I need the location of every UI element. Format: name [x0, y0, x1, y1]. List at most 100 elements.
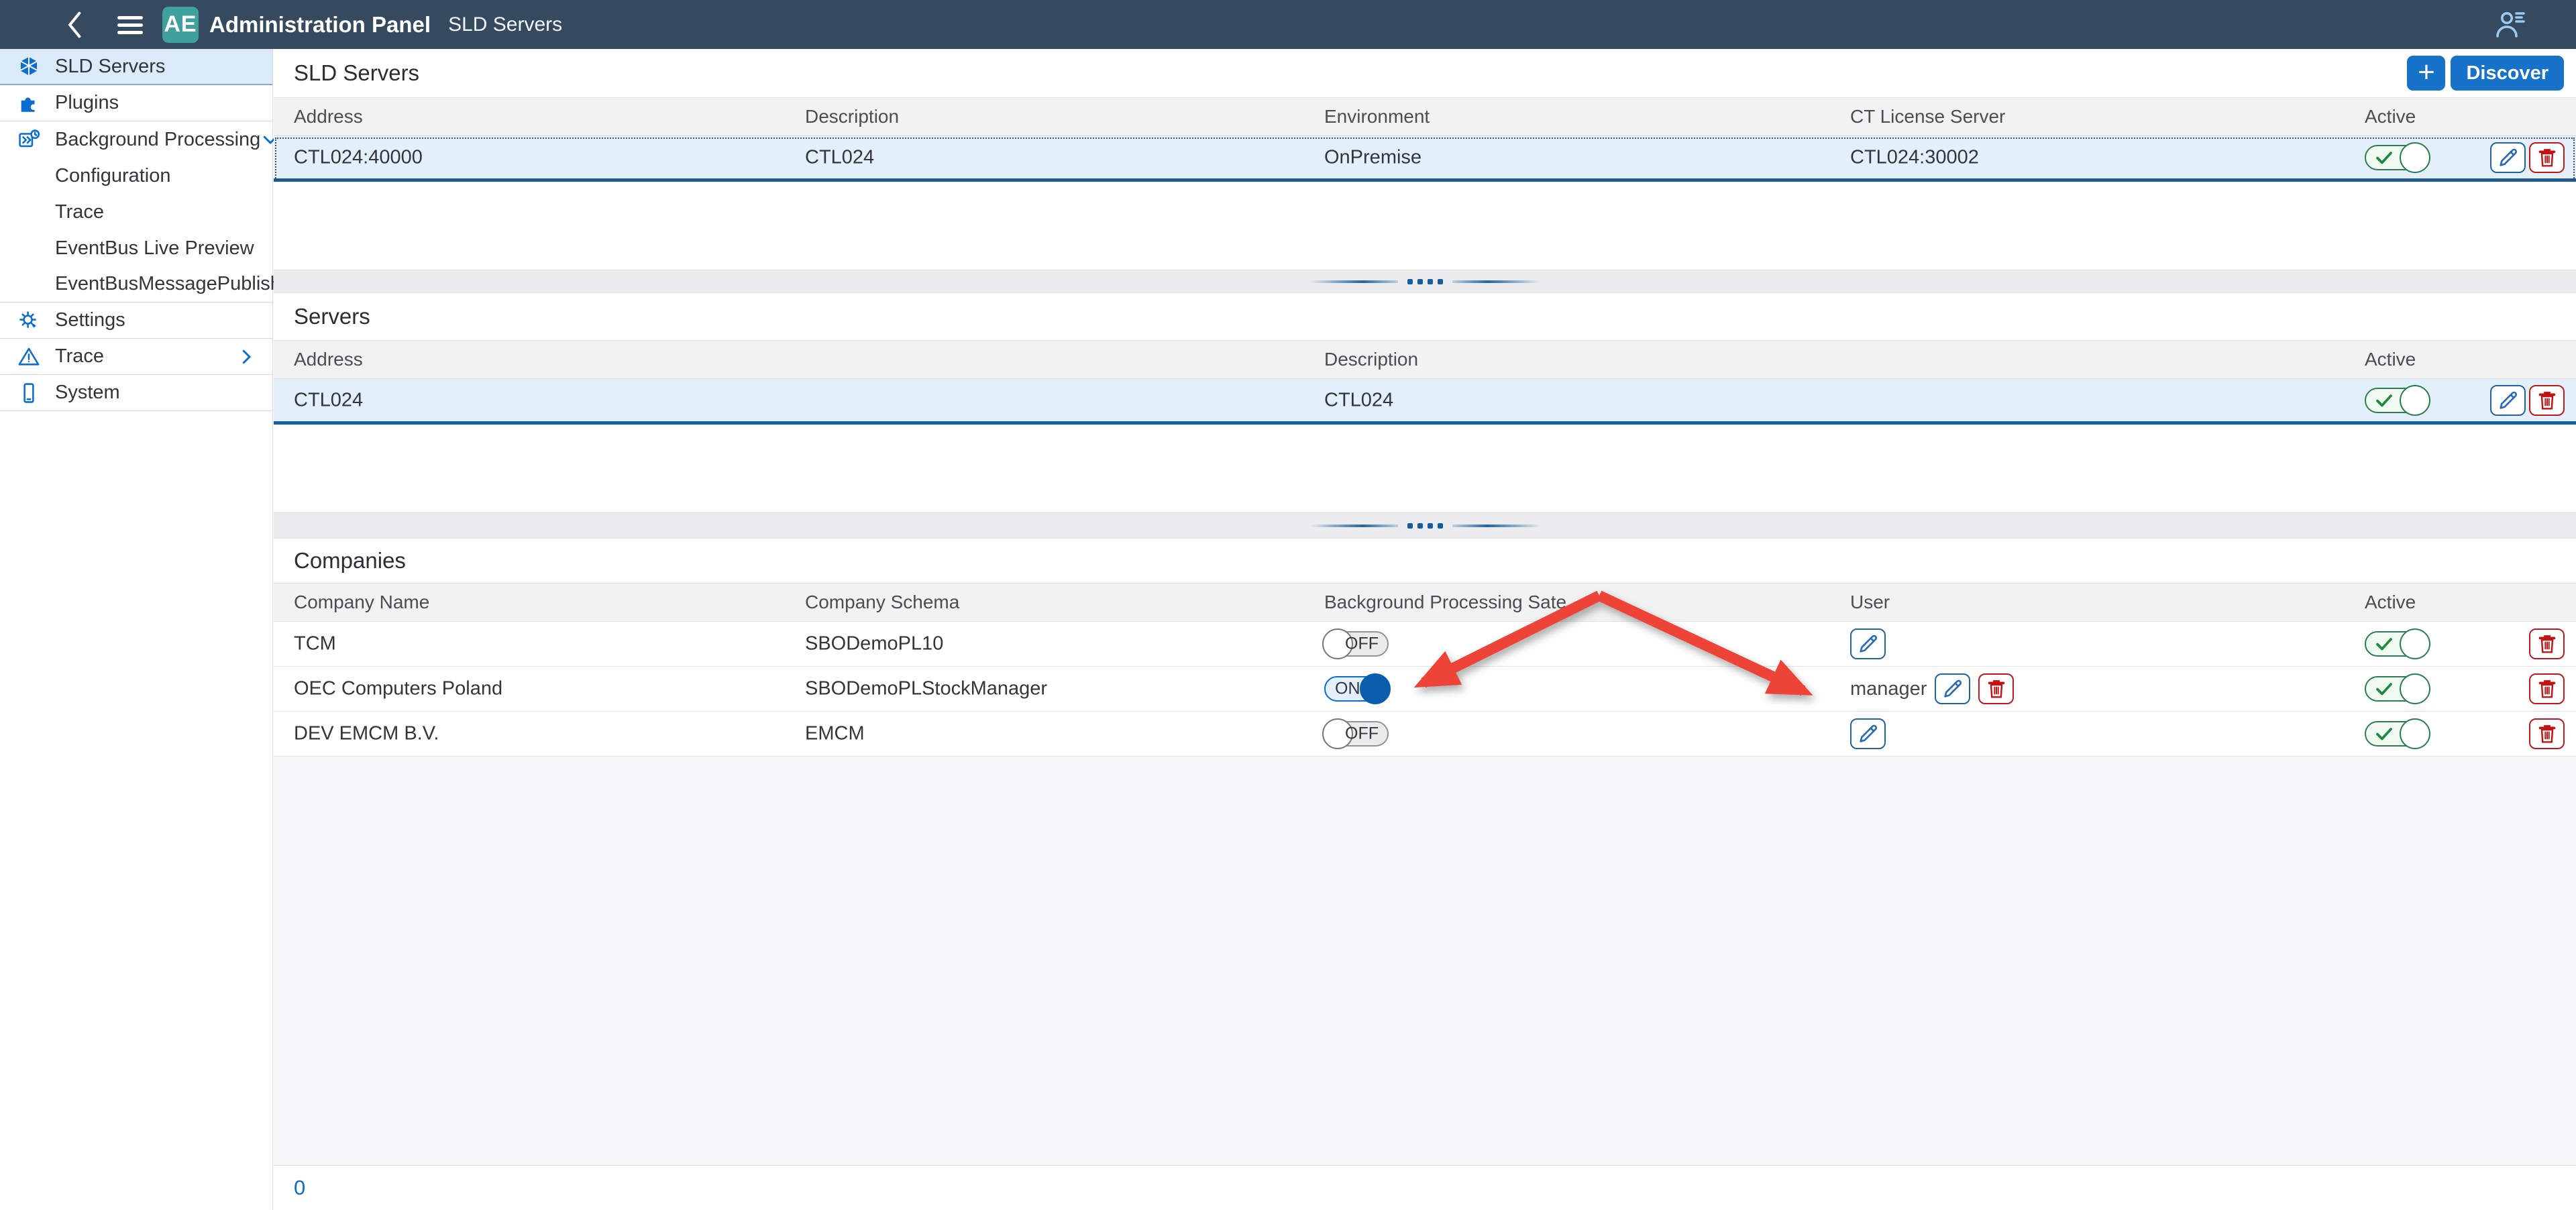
user-menu-button[interactable]: [2493, 7, 2528, 42]
check-icon: [2374, 634, 2394, 654]
back-button[interactable]: [62, 10, 89, 40]
sidebar-item-eventbus-live-preview[interactable]: EventBus Live Preview: [0, 230, 272, 266]
server-active-toggle[interactable]: [2365, 388, 2428, 413]
column-header-active: Active: [2365, 592, 2416, 613]
companies-panel-header: Companies: [274, 539, 2576, 583]
sidebar-item-label: System: [55, 382, 120, 404]
company-row-oec[interactable]: OEC Computers Poland SBODemoPLStockManag…: [274, 667, 2576, 712]
company-active-toggle[interactable]: [2365, 631, 2428, 657]
company-name: OEC Computers Poland: [294, 678, 502, 700]
companies-panel: Companies Company Name Company Schema Ba…: [274, 539, 2576, 757]
column-header-ct-license-server: CT License Server: [1850, 106, 2005, 127]
edit-sld-server-button[interactable]: [2490, 142, 2526, 173]
discover-button[interactable]: Discover: [2451, 56, 2564, 91]
column-header-description: Description: [1324, 349, 1418, 370]
delete-icon: [1986, 678, 2006, 700]
sld-server-row[interactable]: CTL024:40000 CTL024 OnPremise CTL024:300…: [274, 136, 2576, 182]
column-header-user: User: [1850, 592, 1890, 613]
delete-sld-server-button[interactable]: [2529, 142, 2565, 173]
content-area: SLD Servers + Discover Address Descripti…: [274, 49, 2576, 1210]
system-icon: [17, 381, 41, 405]
servers-panel-header: Servers: [274, 293, 2576, 340]
app-logo: AE: [162, 7, 199, 43]
sidebar-item-label: Background Processing: [55, 129, 260, 151]
sidebar-item-configuration[interactable]: Configuration: [0, 158, 272, 194]
server-description: CTL024: [1324, 389, 1393, 411]
company-row-tcm[interactable]: TCM SBODemoPL10 OFF: [274, 622, 2576, 667]
sidebar-item-settings[interactable]: Settings: [0, 302, 272, 339]
server-row[interactable]: CTL024 CTL024: [274, 379, 2576, 425]
bps-toggle-tcm[interactable]: OFF: [1324, 631, 1389, 657]
shell-bar: AE Administration Panel SLD Servers: [0, 0, 2576, 49]
company-name: TCM: [294, 633, 336, 655]
hamburger-icon: [116, 13, 144, 36]
sidebar-item-label: Settings: [55, 309, 125, 331]
sidebar-item-eventbus-message-publisher[interactable]: EventBusMessagePublisher...: [0, 266, 272, 302]
chevron-right-icon[interactable]: [236, 347, 256, 367]
delete-icon: [2537, 147, 2557, 168]
splitter-grip-icon: [1309, 523, 1541, 529]
column-header-description: Description: [805, 106, 899, 127]
company-active-toggle[interactable]: [2365, 676, 2428, 702]
menu-toggle-button[interactable]: [115, 10, 145, 40]
chevron-left-icon: [64, 10, 87, 40]
sld-description: CTL024: [805, 146, 874, 168]
delete-server-button[interactable]: [2529, 385, 2565, 416]
sidebar-item-trace-sub[interactable]: Trace: [0, 194, 272, 230]
companies-title: Companies: [294, 548, 406, 573]
check-icon: [2374, 390, 2394, 410]
sld-servers-title: SLD Servers: [294, 60, 419, 86]
sld-toolbar: + Discover: [2407, 56, 2564, 91]
servers-table-header: Address Description Active: [274, 340, 2576, 379]
company-active-toggle[interactable]: [2365, 721, 2428, 747]
app-title: Administration Panel: [209, 12, 431, 38]
sidebar-item-label: Trace: [55, 201, 104, 223]
check-icon: [2374, 679, 2394, 699]
background-processing-icon: [17, 127, 41, 152]
bps-toggle-oec[interactable]: ON: [1324, 676, 1389, 702]
check-icon: [2374, 148, 2394, 168]
company-schema: SBODemoPLStockManager: [805, 678, 1047, 700]
delete-company-button[interactable]: [2529, 673, 2565, 704]
bps-toggle-dev-emcm[interactable]: OFF: [1324, 721, 1389, 747]
sld-ct-license-server: CTL024:30002: [1850, 146, 1979, 168]
sidebar-item-background-processing[interactable]: Background Processing: [0, 121, 272, 158]
delete-company-button[interactable]: [2529, 628, 2565, 659]
sld-servers-panel-header: SLD Servers + Discover: [274, 49, 2576, 97]
sld-table-header: Address Description Environment CT Licen…: [274, 97, 2576, 136]
delete-user-button[interactable]: [1978, 673, 2014, 704]
content-footer: 0: [274, 1165, 2576, 1210]
company-row-dev-emcm[interactable]: DEV EMCM B.V. EMCM OFF: [274, 712, 2576, 757]
delete-icon: [2537, 678, 2557, 700]
sidebar-item-label: SLD Servers: [55, 56, 165, 78]
column-header-address: Address: [294, 106, 363, 127]
delete-company-button[interactable]: [2529, 718, 2565, 749]
column-header-address: Address: [294, 349, 363, 370]
edit-user-button[interactable]: [1935, 673, 1970, 704]
edit-user-button[interactable]: [1850, 628, 1886, 659]
sidebar-item-system[interactable]: System: [0, 375, 272, 411]
sidebar: SLD Servers Plugins Background Processin…: [0, 49, 273, 1210]
delete-icon: [2537, 390, 2557, 411]
count-link[interactable]: 0: [294, 1176, 305, 1200]
edit-user-button[interactable]: [1850, 718, 1886, 749]
user-settings-icon: [2493, 7, 2528, 42]
column-header-environment: Environment: [1324, 106, 1430, 127]
sld-icon: [17, 54, 41, 78]
sidebar-item-sld-servers[interactable]: SLD Servers: [0, 49, 272, 85]
sidebar-item-plugins[interactable]: Plugins: [0, 85, 272, 121]
sidebar-item-label: EventBus Live Preview: [55, 237, 254, 260]
edit-server-button[interactable]: [2490, 385, 2526, 416]
user-name: manager: [1850, 678, 1927, 700]
sld-active-toggle[interactable]: [2365, 145, 2428, 170]
edit-icon: [2498, 147, 2519, 168]
column-header-active: Active: [2365, 349, 2416, 370]
column-header-background-processing-sate: Background Processing Sate: [1324, 592, 1566, 613]
add-sld-server-button[interactable]: +: [2407, 56, 2445, 91]
sidebar-item-label: Plugins: [55, 92, 119, 114]
server-address: CTL024: [294, 389, 363, 411]
splitter-sld-servers[interactable]: [274, 270, 2576, 293]
company-schema: EMCM: [805, 723, 865, 745]
sidebar-item-trace[interactable]: Trace: [0, 339, 272, 375]
splitter-servers-companies[interactable]: [274, 512, 2576, 539]
